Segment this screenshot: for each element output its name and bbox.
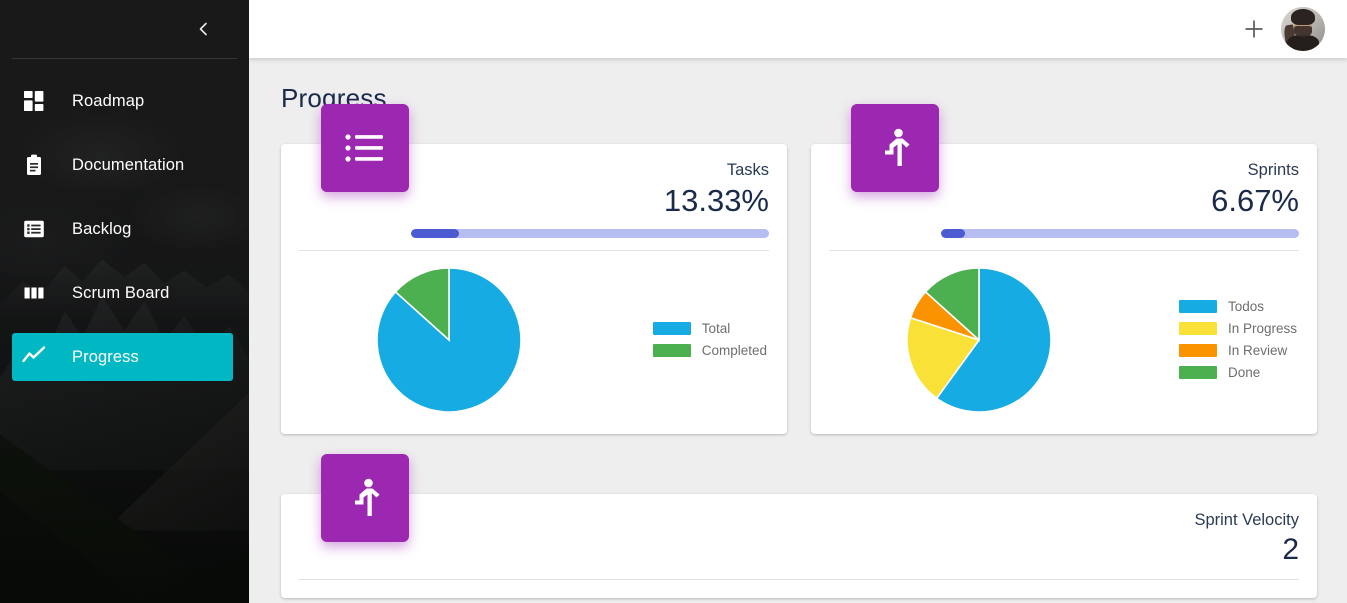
progress-bar-track <box>411 229 769 239</box>
content-scroll-area[interactable]: Progress Tasks 13.33% Total Completed Sp… <box>249 58 1347 603</box>
sidebar-item-backlog[interactable]: Backlog <box>12 205 233 253</box>
card-sprints: Sprints 6.67% Todos In Progress In Revie… <box>811 104 1317 435</box>
progress-bar-track <box>941 229 1299 239</box>
chevron-left-icon[interactable] <box>191 16 217 42</box>
legend-label: Done <box>1227 365 1261 381</box>
main-area: Progress Tasks 13.33% Total Completed Sp… <box>249 0 1347 603</box>
card-row-top: Tasks 13.33% Total Completed Sprints 6.6… <box>281 104 1317 435</box>
sprints-legend: Todos In Progress In Review Done <box>1178 299 1299 381</box>
card-title: Sprints <box>1247 161 1299 179</box>
sprints-pie-chart[interactable] <box>907 267 1051 412</box>
card-tasks: Tasks 13.33% Total Completed <box>281 104 787 435</box>
legend-swatch <box>1178 322 1217 336</box>
running-person-icon <box>851 104 939 192</box>
legend-item[interactable]: Completed <box>652 343 767 359</box>
legend-swatch <box>1178 300 1217 314</box>
cards-container: Tasks 13.33% Total Completed Sprints 6.6… <box>249 104 1347 599</box>
legend-label: Completed <box>701 343 767 359</box>
progress-bar-fill <box>941 229 965 239</box>
card-separator <box>299 579 1299 581</box>
sidebar-item-label: Backlog <box>72 219 132 238</box>
legend-label: Todos <box>1227 299 1264 315</box>
legend-item[interactable]: In Progress <box>1178 321 1297 337</box>
clipboard-icon <box>20 151 48 179</box>
columns-icon <box>20 279 48 307</box>
sidebar-item-scrum-board[interactable]: Scrum Board <box>12 269 233 317</box>
app-root: Roadmap Documentation Backlog Scrum Boar… <box>0 0 1347 603</box>
legend-label: In Review <box>1227 343 1288 359</box>
bullet-list-icon <box>321 104 409 192</box>
card-value: 6.67% <box>1211 182 1299 218</box>
sidebar-item-documentation[interactable]: Documentation <box>12 141 233 189</box>
dashboard-grid-icon <box>20 87 48 115</box>
legend-swatch <box>1178 344 1217 358</box>
sidebar-nav: Roadmap Documentation Backlog Scrum Boar… <box>0 59 249 381</box>
legend-swatch <box>652 322 691 336</box>
legend-item[interactable]: Total <box>652 321 767 337</box>
page-title: Progress <box>281 83 387 113</box>
legend-item[interactable]: Done <box>1178 365 1297 381</box>
sidebar-item-label: Progress <box>72 347 139 366</box>
legend-swatch <box>652 344 691 358</box>
sidebar-item-roadmap[interactable]: Roadmap <box>12 77 233 125</box>
progress-bar-fill <box>411 229 459 239</box>
sidebar-item-label: Scrum Board <box>72 283 170 302</box>
card-value: 2 <box>1282 532 1299 566</box>
tasks-pie-chart[interactable] <box>377 267 521 412</box>
tasks-chart-area: Total Completed <box>299 251 769 416</box>
card-header: Sprint Velocity 2 <box>299 510 1299 567</box>
legend-label: Total <box>701 321 731 337</box>
legend-item[interactable]: In Review <box>1178 343 1297 359</box>
avatar[interactable] <box>1281 7 1325 51</box>
sidebar-header <box>0 0 249 58</box>
card-title: Sprint Velocity <box>1194 511 1299 530</box>
card-title: Tasks <box>726 161 769 179</box>
card-sprint-velocity: Sprint Velocity 2 <box>281 454 1317 599</box>
trend-line-icon <box>20 343 48 371</box>
legend-swatch <box>1178 366 1217 380</box>
list-box-icon <box>20 215 48 243</box>
tasks-legend: Total Completed <box>652 321 769 359</box>
sprints-chart-area: Todos In Progress In Review Done <box>829 251 1299 416</box>
top-bar <box>249 0 1347 58</box>
sidebar-item-progress[interactable]: Progress <box>12 333 233 381</box>
card-row-bottom: Sprint Velocity 2 <box>281 454 1317 599</box>
sidebar-item-label: Documentation <box>72 155 185 174</box>
card-value: 13.33% <box>663 182 769 218</box>
running-person-icon <box>321 454 409 543</box>
plus-icon[interactable] <box>1237 12 1271 46</box>
legend-item[interactable]: Todos <box>1178 299 1297 315</box>
sidebar: Roadmap Documentation Backlog Scrum Boar… <box>0 0 249 603</box>
legend-label: In Progress <box>1227 321 1297 337</box>
sidebar-item-label: Roadmap <box>72 91 145 110</box>
